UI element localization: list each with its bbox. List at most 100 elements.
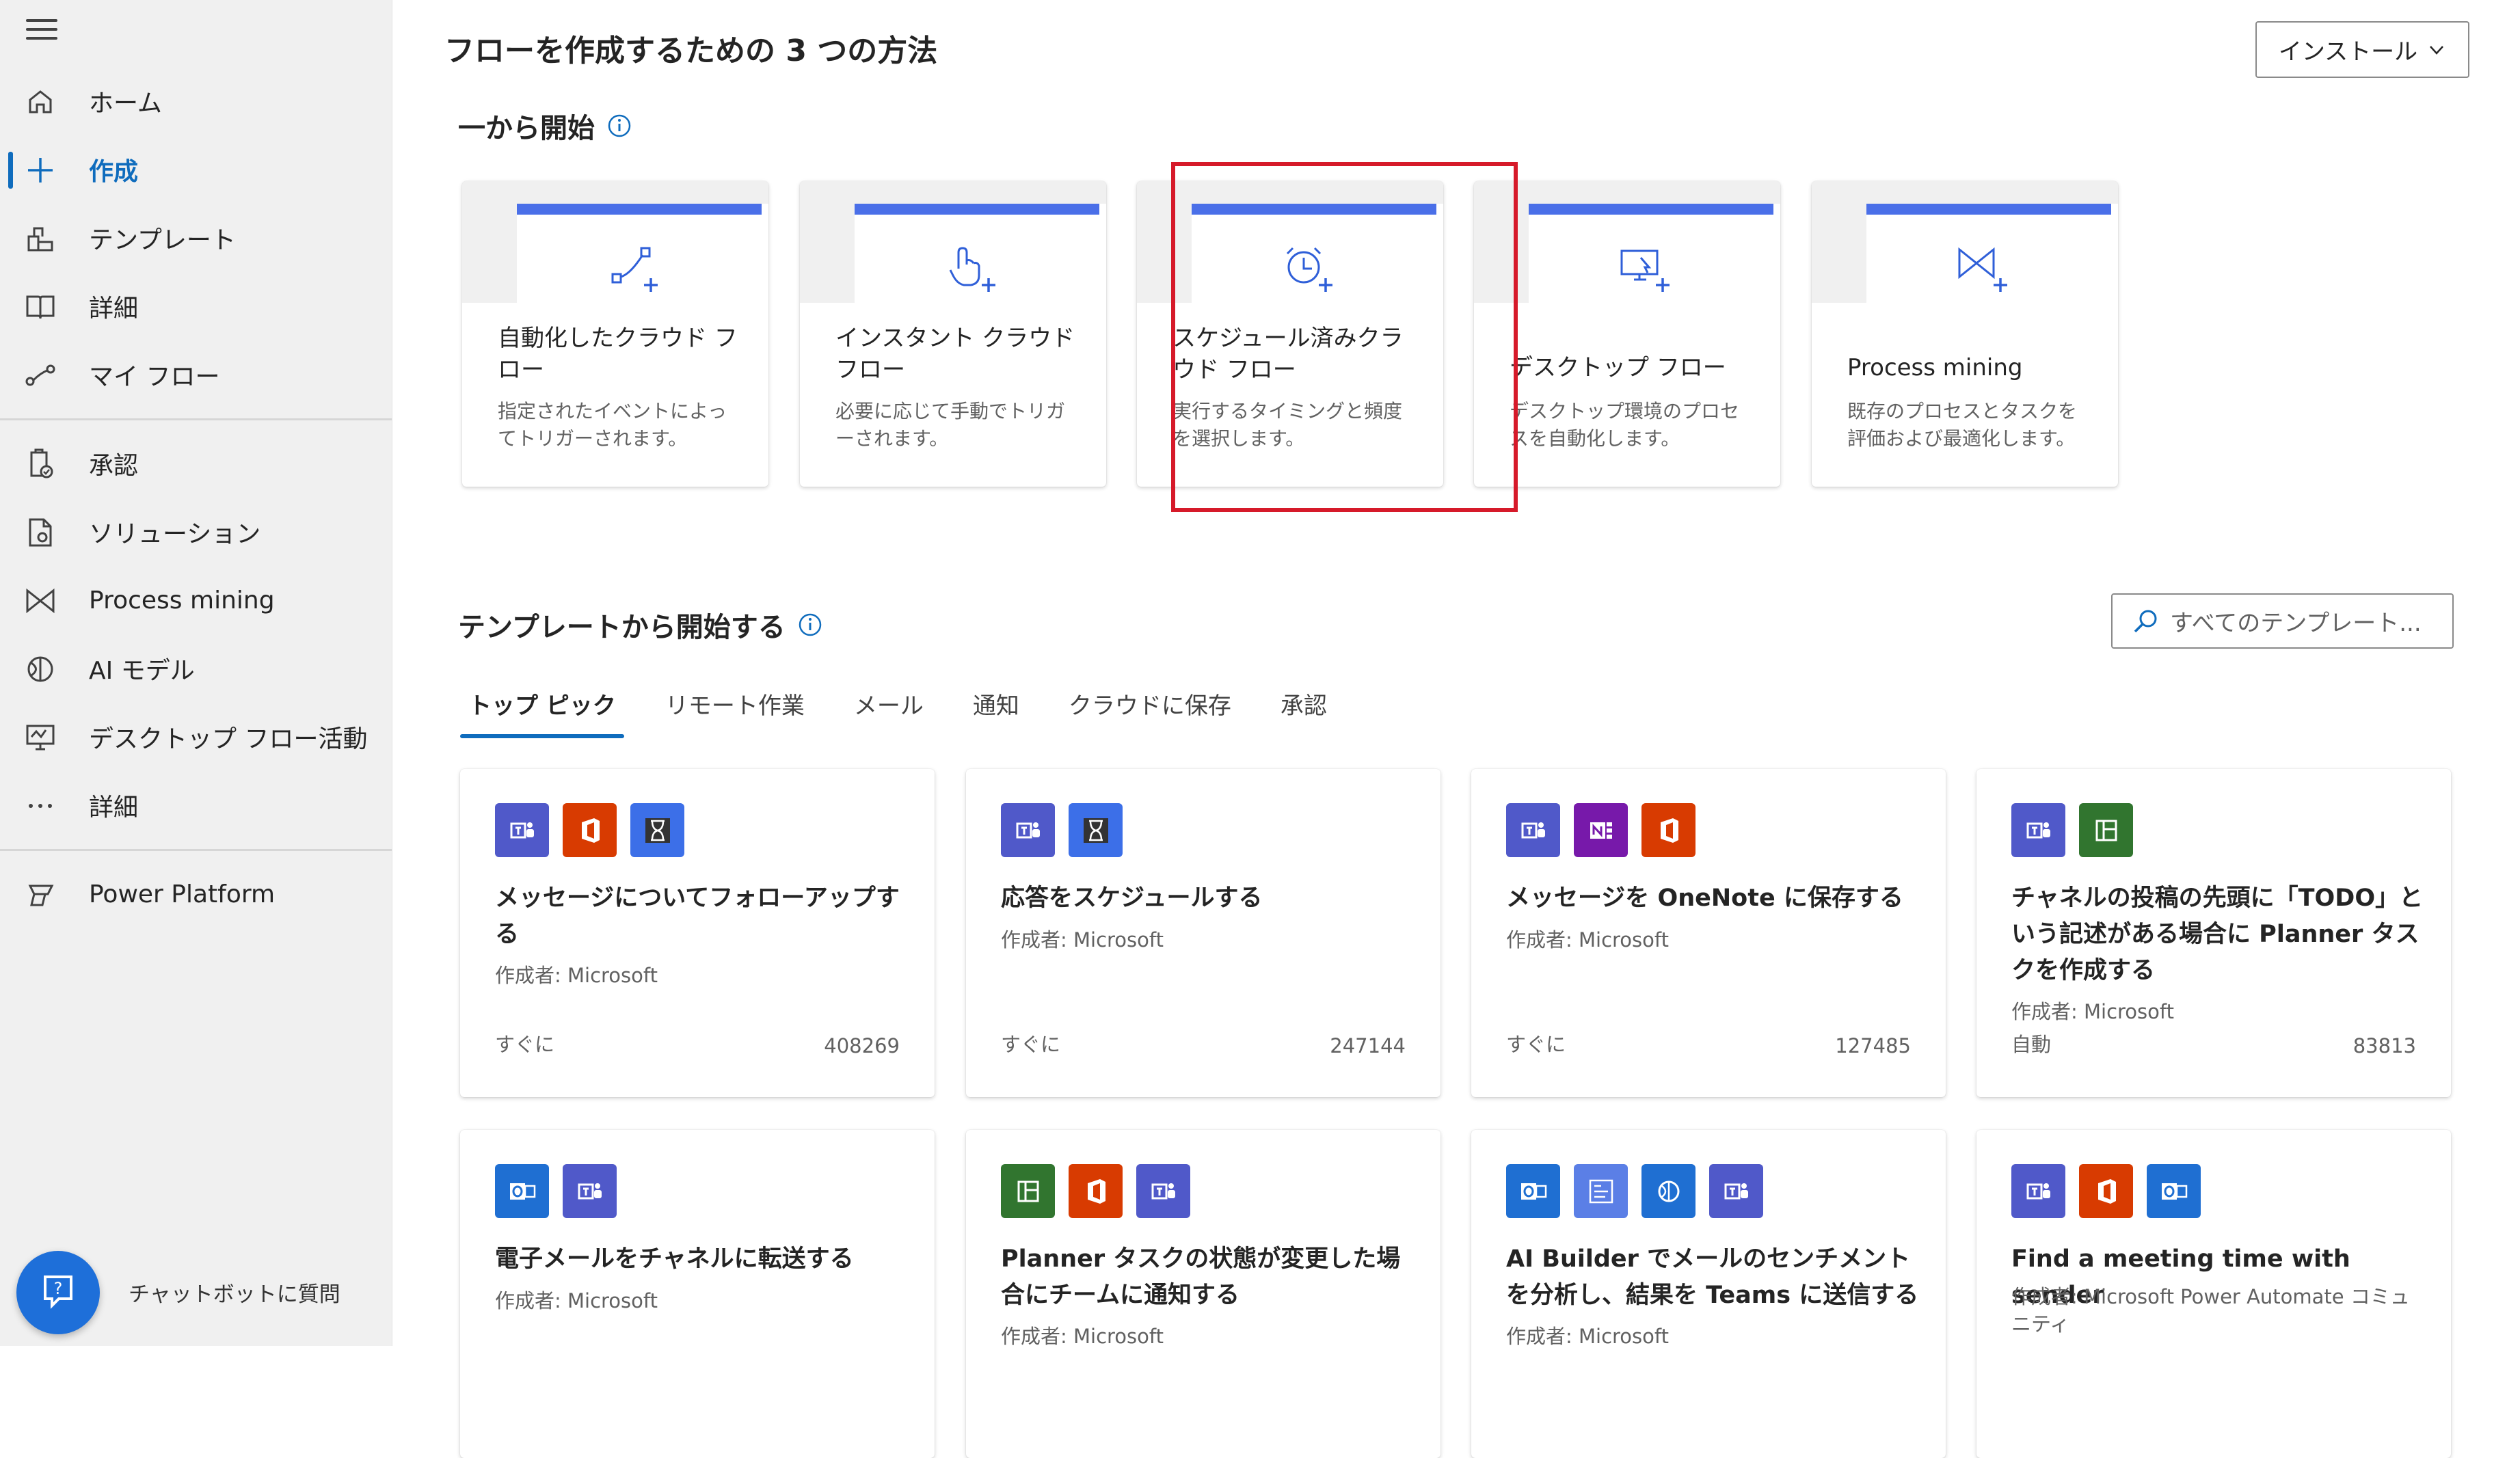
template-trigger-type: すぐに bbox=[1001, 1033, 1061, 1056]
sidebar-divider bbox=[0, 418, 392, 420]
sidebar-item-label: Process mining bbox=[89, 586, 275, 615]
tab-top-picks[interactable]: トップ ピック bbox=[460, 687, 624, 738]
timer-icon bbox=[630, 803, 684, 857]
sidebar-item-power-platform[interactable]: Power Platform bbox=[0, 867, 392, 921]
template-tabs: トップ ピック リモート作業 メール 通知 クラウドに保存 承認 bbox=[460, 687, 1368, 738]
sidebar-item-templates[interactable]: テンプレート bbox=[0, 211, 392, 265]
install-button[interactable]: インストール bbox=[2255, 21, 2469, 78]
desktop-activity-icon bbox=[26, 725, 55, 751]
info-icon[interactable] bbox=[798, 612, 822, 637]
flow-card-desc: 指定されたイベントによってトリガーされます。 bbox=[498, 400, 727, 450]
office-icon bbox=[563, 803, 617, 857]
flow-card-title: Process mining bbox=[1847, 354, 2023, 381]
scratch-title-text: 一から開始 bbox=[458, 113, 595, 144]
teams-icon bbox=[2011, 803, 2065, 857]
main-content: フローを作成するための 3 つの方法 インストール 一から開始 自動化したクラウ… bbox=[392, 0, 2520, 1458]
sidebar-item-ai-models[interactable]: AI モデル bbox=[0, 641, 392, 696]
template-author: 作成者: Microsoft bbox=[1001, 928, 1164, 951]
connector-icons bbox=[1001, 1164, 1190, 1218]
teams-icon bbox=[2011, 1164, 2065, 1218]
template-author: 作成者: Microsoft Power Automate コミュニティ bbox=[2011, 1285, 2410, 1336]
card-accent bbox=[1866, 204, 2111, 215]
connector-icons bbox=[2011, 1164, 2201, 1218]
template-card[interactable]: AI Builder でメールのセンチメントを分析し、結果を Teams に送信… bbox=[1471, 1130, 1946, 1458]
highlight-box bbox=[1171, 162, 1518, 512]
data-operation-icon bbox=[1574, 1164, 1628, 1218]
sidebar-item-learn[interactable]: 詳細 bbox=[0, 279, 392, 334]
tab-remote-work[interactable]: リモート作業 bbox=[657, 687, 813, 738]
info-icon[interactable] bbox=[607, 113, 632, 138]
template-usage-count: 247144 bbox=[1330, 1034, 1406, 1057]
template-author: 作成者: Microsoft bbox=[1506, 928, 1669, 951]
instant-flow-card[interactable]: インスタント クラウド フロー 必要に応じて手動でトリガーされます。 bbox=[800, 181, 1106, 487]
timer-icon bbox=[1069, 803, 1123, 857]
templates-title-text: テンプレートから開始する bbox=[458, 612, 786, 643]
tab-save-to-cloud[interactable]: クラウドに保存 bbox=[1060, 687, 1239, 738]
template-author: 作成者: Microsoft bbox=[495, 1289, 658, 1312]
sidebar-item-label: AI モデル bbox=[89, 657, 195, 685]
hamburger-menu-icon[interactable] bbox=[26, 19, 57, 44]
tab-notifications[interactable]: 通知 bbox=[965, 687, 1028, 738]
template-author: 作成者: Microsoft bbox=[1506, 1325, 1669, 1348]
template-card[interactable]: Planner タスクの状態が変更した場合にチームに通知する 作成者: Micr… bbox=[966, 1130, 1440, 1458]
template-card[interactable]: チャネルの投稿の先頭に「TODO」という記述がある場合に Planner タスク… bbox=[1976, 769, 2451, 1097]
page-title: フローを作成するための 3 つの方法 bbox=[444, 33, 938, 68]
plus-icon bbox=[28, 158, 53, 183]
flow-card-desc: 既存のプロセスとタスクを評価および最適化します。 bbox=[1847, 400, 2078, 450]
desktop-flow-card[interactable]: デスクトップ フロー デスクトップ環境のプロセスを自動化します。 bbox=[1474, 181, 1780, 487]
process-mining-card[interactable]: Process mining 既存のプロセスとタスクを評価および最適化します。 bbox=[1812, 181, 2118, 487]
chatbot-icon: ? bbox=[44, 1275, 72, 1309]
sidebar-item-desktop-activity[interactable]: デスクトップ フロー活動 bbox=[0, 710, 392, 764]
template-usage-count: 127485 bbox=[1835, 1034, 1911, 1057]
template-search-input[interactable]: すべてのテンプレート... bbox=[2111, 593, 2454, 649]
flow-card-desc: デスクトップ環境のプロセスを自動化します。 bbox=[1510, 400, 1740, 450]
chatbot-button[interactable]: ? bbox=[16, 1251, 100, 1334]
connector-icons bbox=[1506, 803, 1695, 857]
teams-icon bbox=[1001, 803, 1055, 857]
sidebar-item-label: ソリューション bbox=[89, 520, 261, 548]
onenote-icon bbox=[1574, 803, 1628, 857]
template-title: 応答をスケジュールする bbox=[1001, 885, 1263, 912]
sidebar-item-process-mining[interactable]: Process mining bbox=[0, 573, 392, 627]
flow-card-title: 自動化したクラウド フロー bbox=[498, 325, 738, 383]
template-title: メッセージについてフォローアップする bbox=[495, 885, 900, 948]
sidebar-item-my-flows[interactable]: マイ フロー bbox=[0, 347, 392, 402]
sidebar-item-label: 詳細 bbox=[89, 295, 139, 323]
template-card[interactable]: メッセージを OneNote に保存する 作成者: Microsoft すぐに … bbox=[1471, 769, 1946, 1097]
sidebar-item-create[interactable]: 作成 bbox=[0, 142, 392, 197]
sidebar-item-label: Power Platform bbox=[89, 880, 276, 908]
sidebar-item-label: デスクトップ フロー活動 bbox=[89, 725, 368, 753]
automated-flow-card[interactable]: 自動化したクラウド フロー 指定されたイベントによってトリガーされます。 bbox=[462, 181, 768, 487]
book-icon bbox=[26, 295, 55, 319]
flow-icon bbox=[25, 364, 55, 386]
template-card[interactable]: メッセージについてフォローアップする 作成者: Microsoft すぐに 40… bbox=[460, 769, 935, 1097]
sidebar-item-solutions[interactable]: ソリューション bbox=[0, 504, 392, 559]
template-trigger-type: すぐに bbox=[1506, 1033, 1566, 1056]
template-title: AI Builder でメールのセンチメントを分析し、結果を Teams に送信… bbox=[1506, 1245, 1919, 1309]
teams-icon bbox=[1709, 1164, 1763, 1218]
connector-icons bbox=[495, 1164, 617, 1218]
automated-flow-icon bbox=[611, 247, 658, 292]
chatbot-label: チャットボットに質問 bbox=[129, 1282, 340, 1307]
sidebar-item-label: マイ フロー bbox=[89, 363, 220, 391]
tab-email[interactable]: メール bbox=[846, 687, 932, 738]
home-icon bbox=[29, 90, 52, 113]
sidebar-item-home[interactable]: ホーム bbox=[0, 74, 392, 129]
tab-approvals[interactable]: 承認 bbox=[1272, 687, 1335, 738]
scratch-section-title: 一から開始 bbox=[458, 106, 632, 146]
template-card[interactable]: 応答をスケジュールする 作成者: Microsoft すぐに 247144 bbox=[966, 769, 1440, 1097]
templates-section-title: テンプレートから開始する bbox=[458, 605, 822, 645]
template-card[interactable]: 電子メールをチャネルに転送する 作成者: Microsoft bbox=[460, 1130, 935, 1458]
flow-card-title: インスタント クラウド フロー bbox=[835, 325, 1075, 383]
sidebar-item-more[interactable]: 詳細 bbox=[0, 778, 392, 833]
planner-icon bbox=[2079, 803, 2133, 857]
flow-card-desc: 必要に応じて手動でトリガーされます。 bbox=[835, 400, 1066, 450]
sidebar-item-approvals[interactable]: 承認 bbox=[0, 436, 392, 491]
sidebar-item-label: 詳細 bbox=[89, 794, 139, 822]
template-author: 作成者: Microsoft bbox=[2011, 1000, 2174, 1023]
ai-builder-icon bbox=[1641, 1164, 1695, 1218]
teams-icon bbox=[495, 803, 549, 857]
template-usage-count: 83813 bbox=[2353, 1034, 2416, 1057]
template-card[interactable]: Find a meeting time with sender 作成者: Mic… bbox=[1976, 1130, 2451, 1458]
sidebar-item-label: ホーム bbox=[89, 90, 162, 118]
